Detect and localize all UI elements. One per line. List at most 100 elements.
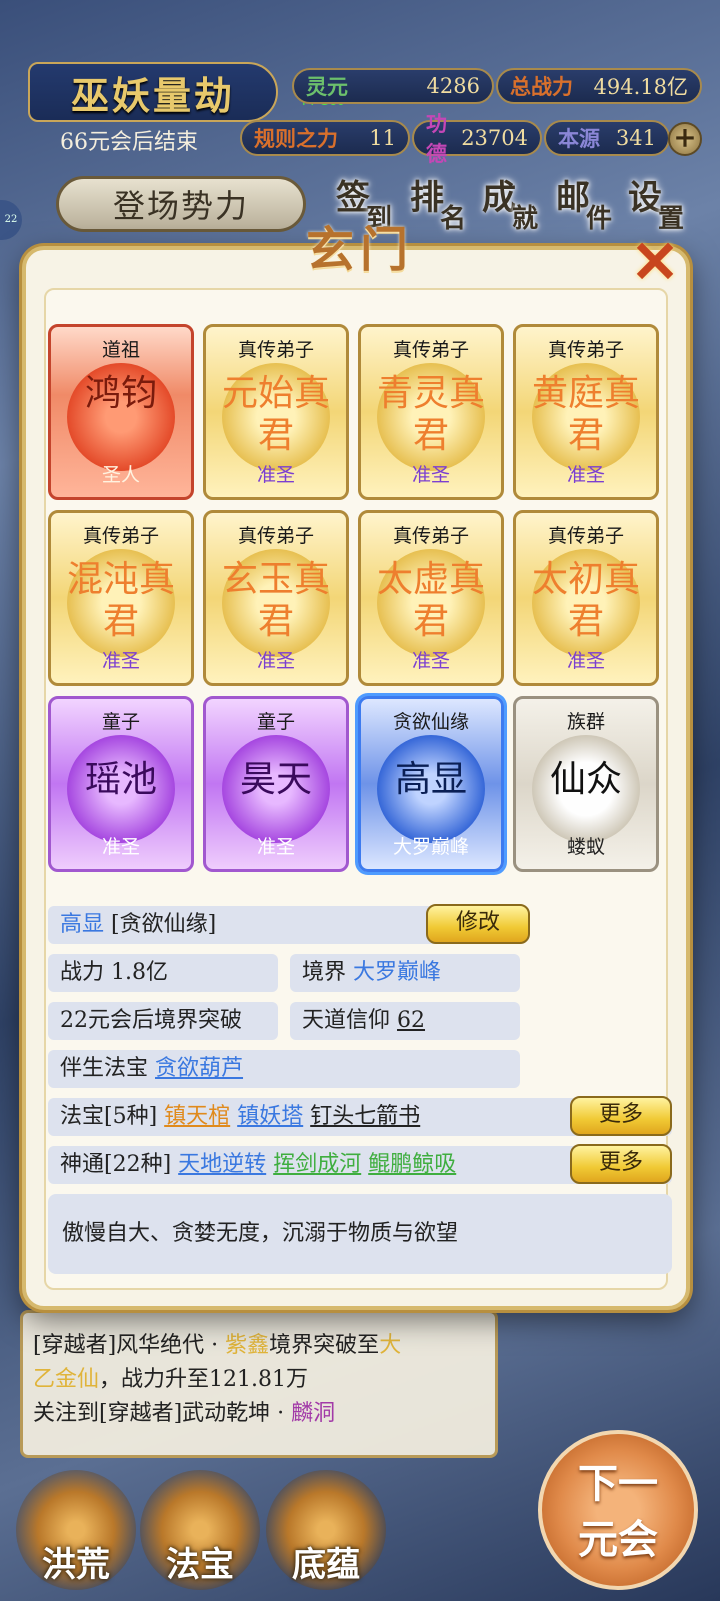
stat-lingyuan: 灵元 4286 (292, 68, 494, 104)
card-rank: 圣人 (101, 464, 140, 486)
member-card[interactable]: 真传弟子 黄庭真君 准圣 (513, 324, 659, 500)
card-rank: 准圣 (256, 650, 295, 672)
stage-title: 巫妖量劫 (28, 62, 278, 122)
stat-value: 11 (369, 126, 396, 150)
treasure-link[interactable]: 钉头七箭书 (310, 1104, 420, 1129)
member-card[interactable]: 真传弟子 元始真君 准圣 (203, 324, 349, 500)
card-rank: 准圣 (256, 464, 295, 486)
breakthrough-row: 22元会后境界突破 (48, 1002, 278, 1040)
realm-label: 境界 (302, 960, 347, 985)
card-title: 真传弟子 (392, 339, 469, 361)
menu-label: 成 (482, 178, 516, 218)
log-highlight: 大 (379, 1333, 402, 1358)
member-card[interactable]: 真传弟子 玄玉真君 准圣 (203, 510, 349, 686)
honghuang-button[interactable]: 洪荒 (16, 1470, 136, 1590)
card-name: 元始真君 (221, 373, 330, 456)
card-rank: 准圣 (101, 650, 140, 672)
stat-label: 灵元 (306, 74, 348, 99)
member-card[interactable]: 真传弟子 混沌真君 准圣 (48, 510, 194, 686)
card-rank: 大罗巅峰 (392, 836, 469, 858)
faith-label: 天道信仰 (302, 1008, 391, 1033)
card-rank: 准圣 (256, 836, 295, 858)
treasure-link[interactable]: 镇妖塔 (237, 1104, 303, 1129)
card-rank: 准圣 (101, 836, 140, 858)
stat-origin: 本源 341 (544, 120, 670, 156)
card-rank: 准圣 (411, 464, 450, 486)
skill-link[interactable]: 鲲鹏鲸吸 (368, 1152, 456, 1177)
member-card[interactable]: 真传弟子 太虚真君 准圣 (358, 510, 504, 686)
side-badge[interactable]: 22 (0, 200, 22, 240)
modal-title: 玄门 (305, 222, 414, 278)
member-card[interactable]: 真传弟子 太初真君 准圣 (513, 510, 659, 686)
detail-tag: [贪欲仙缘] (111, 912, 217, 937)
member-card[interactable]: 童子 昊天 准圣 (203, 696, 349, 872)
companion-row: 伴生法宝 贪欲葫芦 (48, 1050, 520, 1088)
next-era-button[interactable]: 下一 元会 (538, 1430, 698, 1590)
member-card[interactable]: 真传弟子 青灵真君 准圣 (358, 324, 504, 500)
detail-name: 高显 (60, 912, 105, 937)
member-card[interactable]: 族群 仙众 蝼蚁 (513, 696, 659, 872)
card-title: 贪欲仙缘 (392, 711, 469, 733)
faction-button[interactable]: 登场势力 (56, 176, 306, 232)
next-label: 元会 (578, 1516, 658, 1563)
more-skills-button[interactable]: 更多 (570, 1144, 672, 1184)
realm-value: 大罗巅峰 (353, 960, 442, 985)
stat-value: 23704 (461, 126, 528, 150)
heritage-button[interactable]: 底蕴 (266, 1470, 386, 1590)
card-title: 道祖 (101, 339, 140, 361)
member-card-selected[interactable]: 贪欲仙缘 高显 大罗巅峰 (358, 696, 504, 872)
card-rank: 准圣 (411, 650, 450, 672)
card-name: 鸿钧 (84, 373, 157, 414)
card-title: 族群 (566, 711, 605, 733)
card-title: 真传弟子 (392, 525, 469, 547)
skill-link[interactable]: 挥剑成河 (273, 1152, 361, 1177)
bottom-nav-label: 法宝 (166, 1545, 234, 1585)
log-highlight: 紫鑫 (225, 1333, 270, 1358)
achievement-button[interactable]: 成就 (482, 170, 552, 236)
member-card[interactable]: 童子 瑶池 准圣 (48, 696, 194, 872)
faith-row: 天道信仰 62 (290, 1002, 520, 1040)
breakthrough-text: 22元会后境界突破 (60, 1008, 242, 1033)
card-title: 真传弟子 (547, 339, 624, 361)
card-name: 仙众 (549, 759, 622, 800)
close-icon[interactable]: ✕ (626, 233, 684, 294)
card-name: 昊天 (239, 759, 312, 800)
power-label: 战力 (60, 960, 105, 985)
modify-button[interactable]: 修改 (426, 904, 530, 944)
member-card[interactable]: 道祖 鸿钧 圣人 (48, 324, 194, 500)
mail-button[interactable]: 邮件 (556, 170, 626, 236)
stat-rule-power: 规则之力 11 (240, 120, 410, 156)
stat-label: 功德 (426, 111, 447, 166)
companion-link[interactable]: 贪欲葫芦 (155, 1056, 243, 1081)
log-text: ，战力升至121.81万 (99, 1367, 308, 1392)
card-title: 真传弟子 (547, 525, 624, 547)
log-text: 境界突破至 (269, 1333, 380, 1358)
card-name: 青灵真君 (376, 373, 485, 456)
settings-button[interactable]: 设置 (628, 170, 698, 236)
treasure-button[interactable]: 法宝 (140, 1470, 260, 1590)
more-treasures-button[interactable]: 更多 (570, 1096, 672, 1136)
stat-value: 494.18亿 (593, 75, 688, 99)
card-name: 混沌真君 (66, 559, 175, 642)
treasure-link[interactable]: 镇天棺 (164, 1104, 230, 1129)
menu-label-small: 件 (586, 204, 613, 234)
card-name: 黄庭真君 (531, 373, 640, 456)
card-rank: 准圣 (566, 464, 605, 486)
card-title: 童子 (256, 711, 295, 733)
power-row: 战力 1.8亿 (48, 954, 278, 992)
card-title: 真传弟子 (237, 525, 314, 547)
stat-merit: 功德 23704 (412, 111, 542, 166)
card-title: 童子 (101, 711, 140, 733)
stat-label: 规则之力 (254, 126, 338, 151)
skill-link[interactable]: 天地逆转 (178, 1152, 266, 1177)
add-origin-button[interactable]: + (668, 122, 702, 156)
skills-label: 神通[22种] (60, 1152, 172, 1177)
log-highlight: 麟洞 (291, 1401, 336, 1426)
log-highlight: 乙金仙 (33, 1367, 100, 1392)
power-value: 1.8亿 (111, 960, 169, 985)
card-title: 真传弟子 (82, 525, 159, 547)
realm-row: 境界 大罗巅峰 (290, 954, 520, 992)
stat-label: 本源 (558, 126, 600, 151)
faith-value[interactable]: 62 (397, 1008, 425, 1033)
event-log[interactable]: [穿越者]风华绝代 · 紫鑫境界突破至大 乙金仙，战力升至121.81万 关注到… (20, 1310, 498, 1458)
